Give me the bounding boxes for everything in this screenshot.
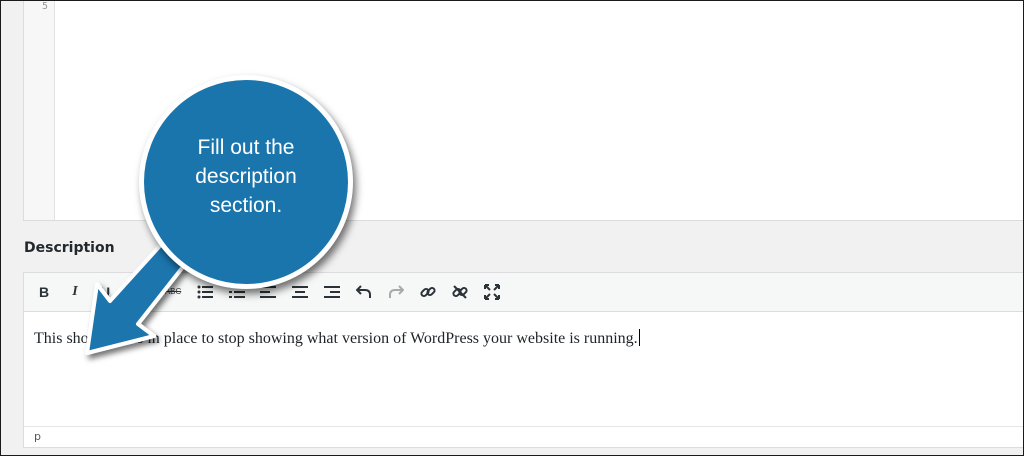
underline-icon: U [99, 284, 111, 300]
strikethrough-button[interactable]: ABC [162, 282, 184, 302]
insert-link-button[interactable] [417, 282, 439, 302]
editor-toolbar: B I U ABC [24, 273, 1023, 312]
unlink-icon [452, 285, 468, 299]
italic-button[interactable]: I [64, 282, 86, 302]
align-center-button[interactable] [289, 282, 311, 302]
description-editor: B I U ABC This shortcode is in place to … [23, 272, 1023, 448]
line-number: 5 [41, 1, 48, 12]
bullet-list-icon [197, 285, 213, 299]
editor-statusbar: p [24, 426, 1023, 447]
description-heading: Description [24, 240, 115, 256]
remove-link-button[interactable] [449, 282, 471, 302]
underline-button[interactable]: U [94, 282, 116, 302]
element-path[interactable]: p [34, 430, 41, 443]
callout-text: Fill out the description section. [195, 135, 297, 217]
align-right-icon [324, 286, 340, 298]
undo-button[interactable] [353, 282, 375, 302]
screenshot-frame: 5 Description B I U ABC This shortcode i… [0, 0, 1024, 456]
bullet-list-button[interactable] [194, 282, 216, 302]
italic-icon: I [72, 284, 78, 299]
editor-content[interactable]: This shortcode is in place to stop showi… [34, 329, 994, 348]
strikethrough-icon: ABC [164, 287, 182, 296]
align-right-button[interactable] [321, 282, 343, 302]
fullscreen-button[interactable] [481, 282, 503, 302]
description-text: This shortcode is in place to stop showi… [34, 330, 638, 347]
text-cursor [638, 329, 640, 346]
callout-bubble: Fill out the description section. [139, 75, 353, 289]
undo-icon [356, 285, 371, 298]
fullscreen-icon [484, 284, 500, 300]
redo-button[interactable] [385, 282, 407, 302]
align-center-icon [292, 286, 308, 298]
line-number-gutter: 5 [24, 1, 55, 220]
link-icon [420, 286, 436, 298]
bold-button[interactable]: B [33, 282, 55, 302]
bold-icon: B [38, 284, 50, 300]
redo-icon [389, 285, 404, 298]
